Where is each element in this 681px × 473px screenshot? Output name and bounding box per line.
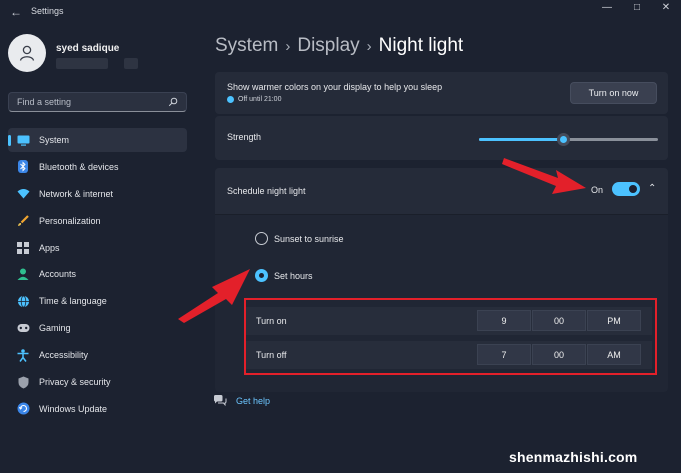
nav-list: System Bluetooth & devices Network & int… (8, 128, 187, 424)
schedule-toggle[interactable] (612, 182, 640, 196)
account-name: syed sadique (56, 43, 120, 54)
sidebar-item-label: Gaming (39, 323, 71, 334)
sidebar-item-label: Privacy & security (39, 377, 111, 388)
highlight-box (244, 298, 657, 375)
status-text: Off until 21:00 (238, 96, 282, 103)
night-light-status: Off until 21:00 (227, 96, 281, 103)
radio-set-hours[interactable]: Set hours (255, 269, 313, 282)
arrow-to-toggle-icon (502, 158, 586, 194)
gamepad-icon (16, 321, 30, 335)
shield-icon (16, 375, 30, 389)
sidebar-item-personalization[interactable]: Personalization (8, 209, 187, 233)
radio-sunset-to-sunrise[interactable]: Sunset to sunrise (255, 232, 344, 245)
sidebar-item-label: System (39, 135, 70, 145)
sidebar-item-network[interactable]: Network & internet (8, 182, 187, 206)
chevron-right-icon: › (366, 38, 372, 55)
breadcrumb-display[interactable]: Display (297, 35, 359, 56)
accessibility-icon (16, 348, 30, 362)
close-icon[interactable]: ✕ (651, 2, 681, 13)
search-box[interactable] (8, 92, 187, 112)
sidebar-item-apps[interactable]: Apps (8, 236, 187, 260)
strength-label: Strength (227, 132, 262, 142)
get-help-link[interactable]: Get help (213, 394, 270, 408)
arrow-to-set-hours-icon (178, 269, 250, 323)
main-content: System › Display › Night light Show warmer c… (213, 24, 668, 473)
sidebar-item-accessibility[interactable]: Accessibility (8, 343, 187, 367)
schedule-card[interactable]: Schedule night light On ⌃ (215, 168, 668, 214)
bluetooth-icon (16, 160, 30, 174)
sidebar: syed sadique System Bluetooth & devices … (0, 24, 200, 473)
info-dot-icon (227, 96, 234, 103)
title-bar: ← Settings — □ ✕ (0, 0, 681, 24)
brush-icon (16, 214, 30, 228)
sidebar-item-system[interactable]: System (8, 128, 187, 152)
sidebar-item-gaming[interactable]: Gaming (8, 316, 187, 340)
wifi-icon (16, 187, 30, 201)
maximize-icon[interactable]: □ (622, 2, 652, 13)
radio-label: Set hours (274, 270, 313, 281)
sidebar-item-windows-update[interactable]: Windows Update (8, 397, 187, 421)
sidebar-item-accounts[interactable]: Accounts (8, 262, 187, 286)
search-icon[interactable] (168, 97, 178, 107)
sidebar-item-label: Apps (39, 242, 60, 253)
help-chat-icon (214, 395, 227, 407)
back-arrow-icon[interactable]: ← (10, 5, 22, 19)
person-icon (16, 267, 30, 281)
sidebar-item-label: Bluetooth & devices (39, 161, 119, 172)
chevron-right-icon: › (285, 38, 291, 55)
radio-label: Sunset to sunrise (274, 233, 344, 244)
watermark: shenmazhishi.com (509, 449, 638, 465)
radio-button-checked[interactable] (255, 269, 268, 282)
sidebar-item-label: Windows Update (39, 403, 108, 414)
sidebar-item-label: Personalization (39, 215, 101, 226)
sidebar-item-label: Network & internet (39, 188, 114, 199)
redacted-email (56, 58, 108, 69)
page-title: Night light (378, 35, 464, 56)
turn-on-now-button[interactable]: Turn on now (570, 82, 657, 104)
slider-thumb[interactable] (557, 133, 571, 146)
sidebar-item-label: Accounts (39, 269, 77, 280)
person-icon (19, 45, 35, 61)
slider-fill (479, 138, 564, 141)
avatar[interactable] (8, 34, 46, 72)
window-title: Settings (31, 6, 64, 16)
get-help-label[interactable]: Get help (236, 396, 270, 406)
schedule-label: Schedule night light (227, 186, 306, 196)
night-light-card: Show warmer colors on your display to he… (215, 72, 668, 114)
sidebar-item-label: Time & language (39, 296, 107, 307)
strength-slider[interactable] (479, 133, 658, 146)
breadcrumb-system[interactable]: System (215, 35, 278, 56)
schedule-state: On (591, 185, 604, 195)
sidebar-item-label: Accessibility (39, 350, 89, 361)
night-light-description: Show warmer colors on your display to he… (227, 82, 443, 92)
sidebar-item-time-language[interactable]: Time & language (8, 289, 187, 313)
breadcrumb: System › Display › Night light (215, 35, 463, 57)
update-icon (16, 402, 30, 416)
sidebar-item-bluetooth[interactable]: Bluetooth & devices (8, 155, 187, 179)
chevron-up-icon[interactable]: ⌃ (648, 183, 656, 194)
strength-card: Strength (215, 116, 668, 160)
apps-icon (16, 241, 30, 255)
radio-button[interactable] (255, 232, 268, 245)
redacted-email-part (124, 58, 138, 69)
monitor-icon (16, 133, 30, 147)
globe-icon (16, 294, 30, 308)
search-input[interactable] (17, 97, 168, 107)
minimize-icon[interactable]: — (592, 2, 622, 13)
sidebar-item-privacy[interactable]: Privacy & security (8, 370, 187, 394)
